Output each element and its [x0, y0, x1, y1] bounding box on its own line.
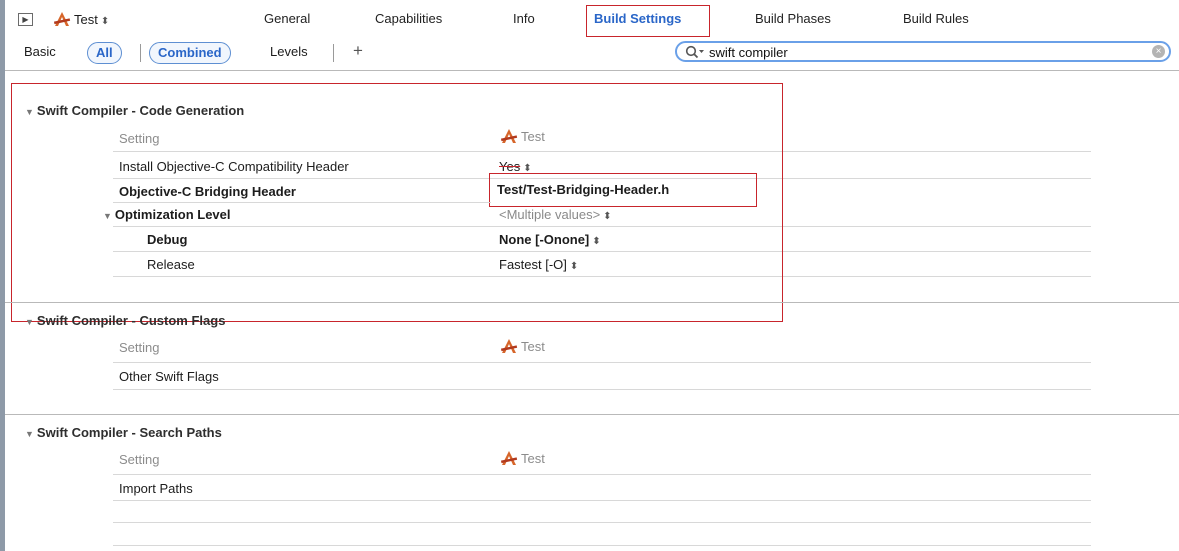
- disclosure-triangle-icon: ▼: [25, 429, 34, 439]
- row-divider: [113, 545, 1091, 546]
- setting-name: Release: [147, 257, 195, 272]
- setting-value[interactable]: Fastest [-O] ⬍: [499, 257, 578, 272]
- toggle-navigator-icon[interactable]: ▶: [18, 13, 33, 26]
- search-icon: [685, 45, 704, 59]
- stepper-icon: ⬍: [592, 236, 601, 247]
- toolbar-divider: [5, 70, 1179, 71]
- column-header-target: Test: [499, 450, 545, 466]
- section-header-custom-flags[interactable]: ▼ Swift Compiler - Custom Flags: [25, 313, 225, 328]
- row-divider: [113, 276, 1091, 277]
- clear-search-icon[interactable]: ×: [1152, 45, 1165, 58]
- setting-value[interactable]: <Multiple values> ⬍: [499, 207, 612, 222]
- tab-build-settings[interactable]: Build Settings: [594, 8, 681, 30]
- column-header-setting: Setting: [119, 452, 160, 467]
- stepper-icon: ⬍: [569, 261, 579, 272]
- column-header-setting: Setting: [119, 131, 160, 146]
- setting-value[interactable]: Yes ⬍: [499, 159, 532, 174]
- stepper-icon: ⬍: [100, 16, 110, 27]
- disclosure-triangle-icon: ▼: [25, 317, 34, 327]
- section-divider: [5, 302, 1179, 303]
- setting-name: Install Objective-C Compatibility Header: [119, 159, 349, 174]
- tab-info[interactable]: Info: [513, 8, 535, 30]
- setting-value[interactable]: Test/Test-Bridging-Header.h: [497, 182, 669, 197]
- tab-build-rules[interactable]: Build Rules: [903, 8, 969, 30]
- row-divider: [113, 226, 1091, 227]
- row-divider: [113, 251, 1091, 252]
- xcode-app-icon: [53, 12, 71, 26]
- tab-capabilities[interactable]: Capabilities: [375, 8, 442, 30]
- row-divider: [113, 202, 491, 203]
- section-header-code-generation[interactable]: ▼ Swift Compiler - Code Generation: [25, 103, 244, 118]
- stepper-icon: ⬍: [523, 163, 532, 174]
- section-divider: [5, 414, 1179, 415]
- setting-name: Other Swift Flags: [119, 369, 219, 384]
- setting-name: Import Paths: [119, 481, 193, 496]
- row-divider: [113, 362, 1091, 363]
- setting-name: Objective-C Bridging Header: [119, 184, 296, 199]
- row-divider: [113, 151, 1091, 152]
- search-field[interactable]: ×: [675, 41, 1171, 62]
- row-divider: [113, 389, 1091, 390]
- target-name: Test: [74, 12, 98, 27]
- setting-value[interactable]: None [-Onone] ⬍: [499, 232, 601, 247]
- section-header-search-paths[interactable]: ▼ Swift Compiler - Search Paths: [25, 425, 222, 440]
- filter-levels[interactable]: Levels: [270, 44, 308, 59]
- target-selector[interactable]: Test ⬍: [52, 10, 109, 30]
- disclosure-triangle-icon: ▼: [25, 107, 34, 117]
- tab-general[interactable]: General: [264, 8, 310, 30]
- xcode-target-icon: [500, 339, 518, 353]
- column-header-target: Test: [499, 338, 545, 354]
- column-header-setting: Setting: [119, 340, 160, 355]
- xcode-target-icon: [500, 451, 518, 465]
- xcode-target-icon: [500, 129, 518, 143]
- filter-combined[interactable]: Combined: [149, 42, 231, 64]
- filter-basic[interactable]: Basic: [24, 44, 56, 59]
- divider: [140, 44, 141, 62]
- row-divider: [113, 178, 1091, 179]
- row-divider: [113, 522, 1091, 523]
- divider: [333, 44, 334, 62]
- row-divider: [113, 474, 1091, 475]
- stepper-icon: ⬍: [603, 211, 612, 222]
- filter-all[interactable]: All: [87, 42, 122, 64]
- add-setting-button[interactable]: +: [353, 41, 363, 61]
- window-edge: [0, 0, 5, 551]
- setting-group-optimization[interactable]: ▼ Optimization Level: [103, 207, 231, 222]
- disclosure-triangle-icon: ▼: [103, 211, 112, 221]
- row-divider: [113, 500, 1091, 501]
- setting-name: Debug: [147, 232, 188, 247]
- column-header-target: Test: [499, 128, 545, 144]
- tab-build-phases[interactable]: Build Phases: [755, 8, 831, 30]
- search-input[interactable]: [709, 44, 1129, 60]
